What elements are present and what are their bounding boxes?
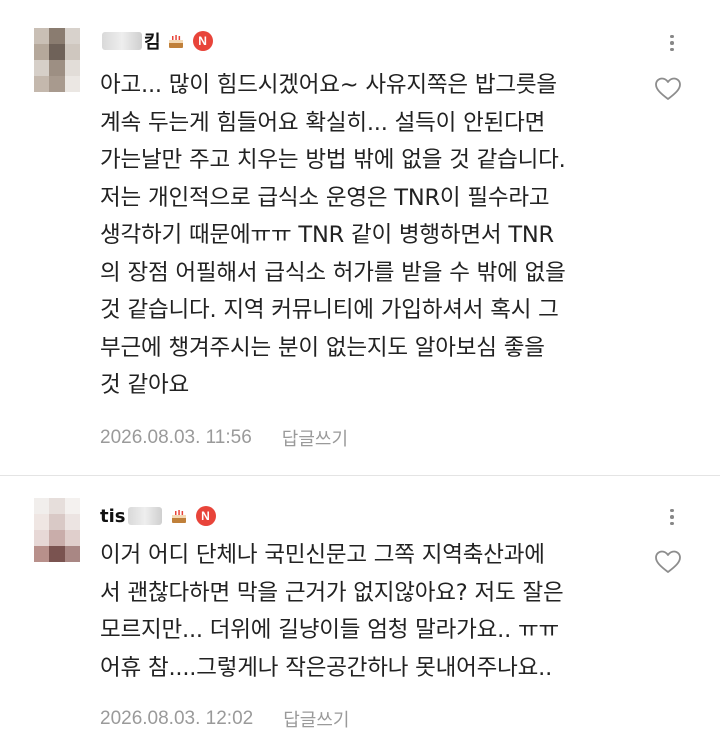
reply-button[interactable]: 답글쓰기	[283, 706, 349, 732]
comment-date: 2026.08.03. 12:02	[100, 708, 254, 729]
comment-line: 생각하기 때문에ㅠㅠ TNR 같이 병행하면서 TNR	[100, 222, 554, 248]
comment-line: 어휴 참....그렇게나 작은공간하나 못내어주나요..	[100, 654, 553, 681]
heart-outline-icon[interactable]	[654, 76, 682, 102]
comment-meta: 2026.08.03. 12:02 답글쓰기	[100, 706, 349, 732]
comment-line: 것 같아요	[100, 372, 189, 398]
comment-item: 킴 N 아고... 많이 힘드시겠어요~ 사유지쪽은 밥그릇을 계속 두는게 힘…	[0, 0, 720, 470]
new-badge: N	[195, 506, 216, 526]
comment-line: 모르지만... 더위에 길냥이들 엄청 말라가요.. ㅠㅠ	[100, 617, 560, 643]
comment-line: 계속 두는게 힘들어요 확실히... 설득이 안된다면	[100, 109, 546, 136]
heart-outline-icon[interactable]	[654, 549, 682, 575]
comment-date: 2026.08.03. 11:56	[100, 427, 252, 448]
comment-line: 아고... 많이 힘드시겠어요~ 사유지쪽은 밥그릇을	[100, 72, 557, 98]
more-vertical-icon[interactable]	[660, 506, 684, 528]
comment-line: 것 같습니다. 지역 커뮤니티에 가입하셔서 혹시 그	[100, 297, 559, 323]
reply-button[interactable]: 답글쓰기	[282, 425, 348, 451]
blurred-nickname	[127, 507, 162, 525]
cake-icon	[170, 508, 188, 524]
comment-line: 저는 개인적으로 급식소 운영은 TNR이 필수라고	[100, 184, 550, 211]
comment-line: 서 괜찮다하면 막을 근거가 없지않아요? 저도 잘은	[100, 579, 564, 606]
nickname[interactable]: tis	[100, 506, 126, 527]
comment-line: 부근에 챙겨주시는 분이 없는지도 알아보심 좋을	[100, 334, 545, 361]
comment-meta: 2026.08.03. 11:56 답글쓰기	[100, 425, 348, 451]
comment-text: 아고... 많이 힘드시겠어요~ 사유지쪽은 밥그릇을 계속 두는게 힘들어요 …	[100, 67, 630, 405]
comment-text: 이거 어디 단체나 국민신문고 그쪽 지역축산과에 서 괜찮다하면 막을 근거가…	[100, 537, 630, 687]
more-vertical-icon[interactable]	[660, 32, 684, 54]
new-badge: N	[192, 31, 213, 51]
author-row: tis N	[100, 503, 216, 529]
avatar[interactable]	[34, 28, 80, 92]
cake-icon	[167, 33, 185, 49]
blurred-nickname	[102, 32, 142, 50]
comment-line: 이거 어디 단체나 국민신문고 그쪽 지역축산과에	[100, 542, 545, 568]
comment-line: 의 장점 어필해서 급식소 허가를 받을 수 밖에 없을	[100, 259, 566, 286]
author-row: 킴 N	[100, 28, 213, 54]
comment-line: 가는날만 주고 치우는 방법 밖에 없을 것 같습니다.	[100, 147, 566, 173]
nickname[interactable]: 킴	[144, 28, 161, 54]
comment-item: tis N 이거 어디 단체나 국민신문고 그쪽 지역축산과에 서 괜찮다하면 …	[0, 476, 720, 737]
avatar[interactable]	[34, 498, 80, 562]
